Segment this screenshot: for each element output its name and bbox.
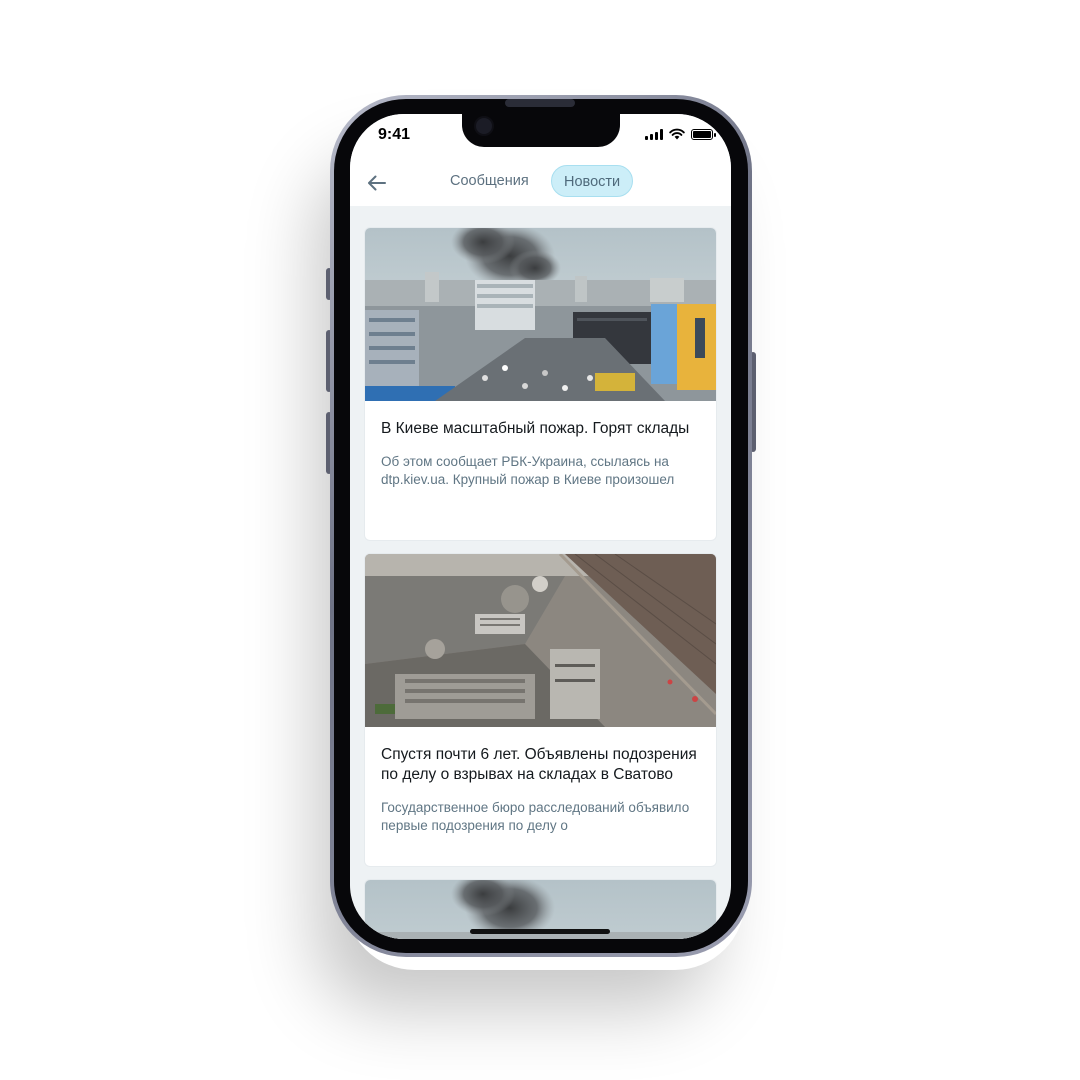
news-title: Спустя почти 6 лет. Объявлены подозрения… (381, 746, 697, 783)
battery-icon (691, 128, 716, 140)
speaker-grille (505, 99, 575, 107)
arrow-left-icon (368, 175, 386, 191)
back-button[interactable] (362, 168, 392, 198)
home-indicator[interactable] (470, 929, 610, 934)
cellular-signal-icon (645, 128, 663, 140)
news-description: Государственное бюро расследований объяв… (381, 800, 690, 833)
news-description: Об этом сообщает РБК-Украина, ссылаясь н… (381, 454, 675, 487)
news-title: В Киеве масштабный пожар. Горят склады (381, 420, 690, 437)
tab-news[interactable]: Новости (551, 165, 634, 197)
app-screen: 9:41 Сообщения Новости В Киеве масштабны… (350, 114, 731, 939)
wifi-icon (669, 128, 685, 140)
status-time: 9:41 (378, 126, 411, 143)
tab-messages[interactable]: Сообщения (438, 165, 541, 197)
front-camera (474, 116, 494, 136)
app-header: Сообщения Новости (350, 160, 731, 206)
news-card[interactable]: В Киеве масштабный пожар. Горят склады О… (365, 228, 716, 540)
destroyed-warehouses-aerial-photo (365, 554, 716, 727)
news-card[interactable]: Спустя почти 6 лет. Объявлены подозрения… (365, 554, 716, 866)
status-icons (645, 128, 716, 140)
city-fire-smoke-photo (365, 228, 716, 401)
battery-level (693, 130, 711, 138)
